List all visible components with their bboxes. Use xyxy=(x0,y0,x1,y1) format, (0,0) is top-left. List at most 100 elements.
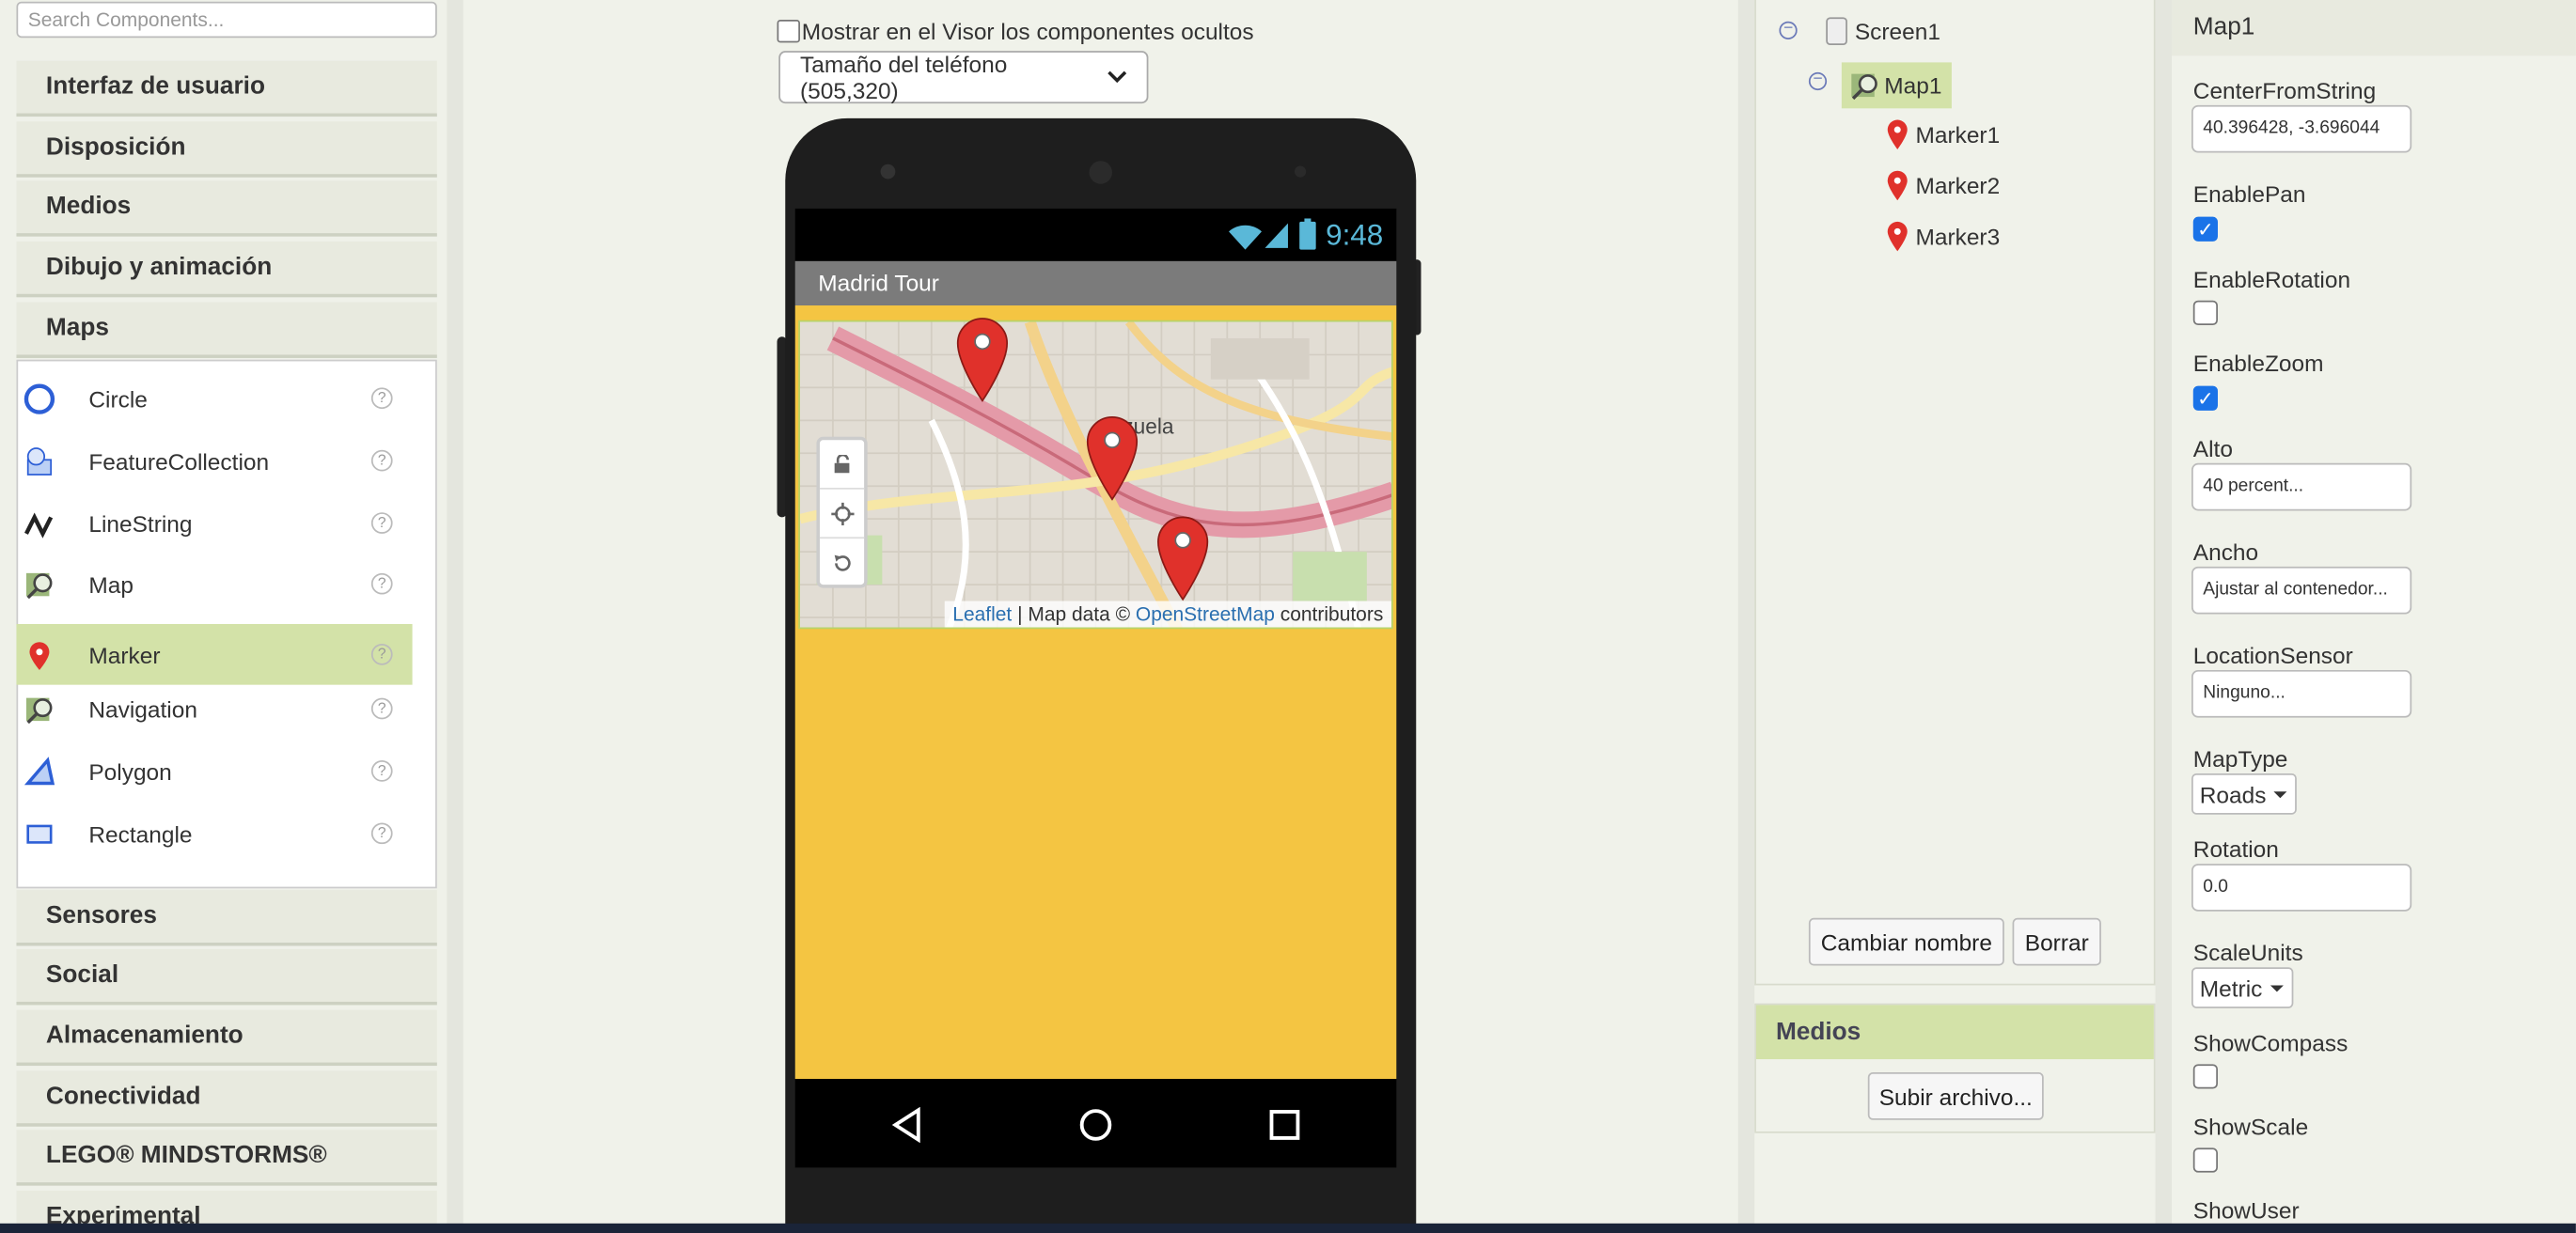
prop-label-ancho: Ancho xyxy=(2192,538,2259,566)
show-compass-checkbox[interactable] xyxy=(2192,1064,2218,1089)
map-controls xyxy=(816,436,868,588)
help-icon[interactable]: ? xyxy=(370,822,393,845)
tree-item-marker3[interactable]: Marker3 xyxy=(1884,220,2000,253)
map-marker-2[interactable] xyxy=(1086,415,1139,501)
palette-item-navigation[interactable]: Navigation ? xyxy=(16,679,412,740)
palette-item-featurecollection[interactable]: FeatureCollection ? xyxy=(16,430,412,492)
rotate-icon xyxy=(833,554,850,571)
height-input[interactable]: 40 percent... xyxy=(2191,462,2412,511)
marker-icon xyxy=(1887,170,1908,201)
signal-icon xyxy=(1264,223,1288,248)
category-medios[interactable]: Medios xyxy=(16,180,437,237)
panel-divider xyxy=(1737,0,1755,1233)
help-icon[interactable]: ? xyxy=(370,512,393,534)
palette-item-polygon[interactable]: Polygon ? xyxy=(16,741,412,802)
desktop-background-strip xyxy=(0,1223,2576,1233)
screen-title-bar: Madrid Tour xyxy=(794,260,1397,306)
palette-item-map[interactable]: Map ? xyxy=(16,554,412,615)
map-type-dropdown[interactable]: Roads xyxy=(2191,773,2298,815)
phone-size-select[interactable]: Tamaño del teléfono (505,320) xyxy=(778,51,1149,104)
back-icon[interactable] xyxy=(890,1106,923,1144)
lock-button[interactable] xyxy=(819,440,865,490)
recents-icon[interactable] xyxy=(1268,1108,1301,1141)
map-type-value: Roads xyxy=(2199,780,2267,807)
tree-item-screen1[interactable]: Screen1 xyxy=(1825,16,1940,46)
search-components-input[interactable] xyxy=(16,1,437,39)
home-icon[interactable] xyxy=(1077,1107,1113,1143)
category-almacenamiento[interactable]: Almacenamiento xyxy=(16,1009,437,1067)
help-icon[interactable]: ? xyxy=(370,643,393,665)
category-interfaz-de-usuario[interactable]: Interfaz de usuario xyxy=(16,60,437,117)
osm-link[interactable]: OpenStreetMap xyxy=(1136,602,1275,625)
help-icon[interactable]: ? xyxy=(370,760,393,782)
show-hidden-checkbox[interactable] xyxy=(777,19,800,43)
attribution-text: | Map data © xyxy=(1012,602,1136,626)
enable-pan-checkbox[interactable]: ✓ xyxy=(2192,216,2218,242)
scale-units-dropdown[interactable]: Metric xyxy=(2191,967,2294,1008)
marker-icon xyxy=(1887,221,1908,252)
prop-label-enablerotation: EnableRotation xyxy=(2192,266,2351,293)
prop-label-scaleunits: ScaleUnits xyxy=(2192,939,2303,966)
tree-item-map1[interactable]: Map1 xyxy=(1841,62,1952,109)
tree-item-marker1[interactable]: Marker1 xyxy=(1884,118,2000,151)
prop-label-alto: Alto xyxy=(2192,435,2233,462)
center-from-string-input[interactable]: 40.396428, -3.696044 xyxy=(2191,104,2412,153)
palette-item-marker[interactable]: Marker ? xyxy=(16,624,413,685)
camera-icon xyxy=(880,164,896,179)
show-hidden-components-row[interactable]: Mostrar en el Visor los componentes ocul… xyxy=(777,18,1254,45)
screen-title: Madrid Tour xyxy=(818,269,939,296)
show-hidden-label: Mostrar en el Visor los componentes ocul… xyxy=(801,18,1254,45)
rename-button[interactable]: Cambiar nombre xyxy=(1808,917,2004,966)
palette-item-label: FeatureCollection xyxy=(88,447,270,475)
palette-item-rectangle[interactable]: Rectangle ? xyxy=(16,803,412,864)
rotation-input[interactable]: 0.0 xyxy=(2191,864,2412,912)
polygon-icon xyxy=(23,755,55,788)
help-icon[interactable]: ? xyxy=(370,449,393,472)
sensor-icon xyxy=(1294,165,1307,178)
palette-item-circle[interactable]: Circle ? xyxy=(16,367,412,429)
category-disposicion[interactable]: Disposición xyxy=(16,121,437,178)
prop-label-showuser: ShowUser xyxy=(2192,1196,2300,1224)
collapse-icon[interactable]: − xyxy=(1779,21,1798,39)
help-icon[interactable]: ? xyxy=(370,572,393,595)
width-input[interactable]: Ajustar al contenedor... xyxy=(2191,566,2412,615)
chevron-down-icon xyxy=(1107,70,1127,84)
location-sensor-input[interactable]: Ninguno... xyxy=(2191,669,2412,718)
category-conectividad[interactable]: Conectividad xyxy=(16,1070,437,1127)
tree-item-marker2[interactable]: Marker2 xyxy=(1884,169,2000,202)
enable-zoom-checkbox[interactable]: ✓ xyxy=(2192,385,2218,411)
scale-units-value: Metric xyxy=(2199,975,2263,1002)
leaflet-link[interactable]: Leaflet xyxy=(952,602,1012,625)
help-icon[interactable]: ? xyxy=(370,387,393,410)
prop-label-maptype: MapType xyxy=(2192,745,2288,773)
palette-item-linestring[interactable]: LineString ? xyxy=(16,492,412,554)
reset-rotation-button[interactable] xyxy=(820,538,864,587)
palette-item-label: Marker xyxy=(88,641,161,668)
category-social[interactable]: Social xyxy=(16,948,437,1006)
crosshair-icon xyxy=(830,501,854,525)
help-icon[interactable]: ? xyxy=(370,697,393,720)
enable-rotation-checkbox[interactable] xyxy=(2192,300,2218,325)
collapse-icon[interactable]: − xyxy=(1808,71,1828,91)
properties-panel: Map1 CenterFromString 40.396428, -3.6960… xyxy=(2172,0,2576,1233)
category-lego-mindstorms[interactable]: LEGO® MINDSTORMS® xyxy=(16,1130,437,1186)
category-maps[interactable]: Maps xyxy=(16,302,437,358)
app-root: Interfaz de usuario Disposición Medios D… xyxy=(0,0,2576,1233)
prop-label-centerfromstring: CenterFromString xyxy=(2192,77,2377,104)
palette-item-label: Rectangle xyxy=(88,819,193,847)
category-sensores[interactable]: Sensores xyxy=(16,890,437,946)
feature-collection-icon xyxy=(23,445,55,477)
prop-label-enablezoom: EnableZoom xyxy=(2192,350,2324,377)
prop-label-enablepan: EnablePan xyxy=(2192,180,2306,208)
category-dibujo-y-animacion[interactable]: Dibujo y animación xyxy=(16,241,437,298)
caret-down-icon xyxy=(2274,790,2288,798)
show-scale-checkbox[interactable] xyxy=(2192,1147,2218,1173)
delete-button[interactable]: Borrar xyxy=(2012,917,2101,966)
upload-file-button[interactable]: Subir archivo... xyxy=(1867,1072,2044,1120)
map-marker-3[interactable] xyxy=(1156,516,1209,601)
tree-item-label: Marker1 xyxy=(1915,121,2001,148)
recenter-button[interactable] xyxy=(819,490,865,539)
battery-icon xyxy=(1299,218,1316,250)
map-marker-1[interactable] xyxy=(956,317,1009,402)
palette-item-label: Polygon xyxy=(88,757,172,785)
